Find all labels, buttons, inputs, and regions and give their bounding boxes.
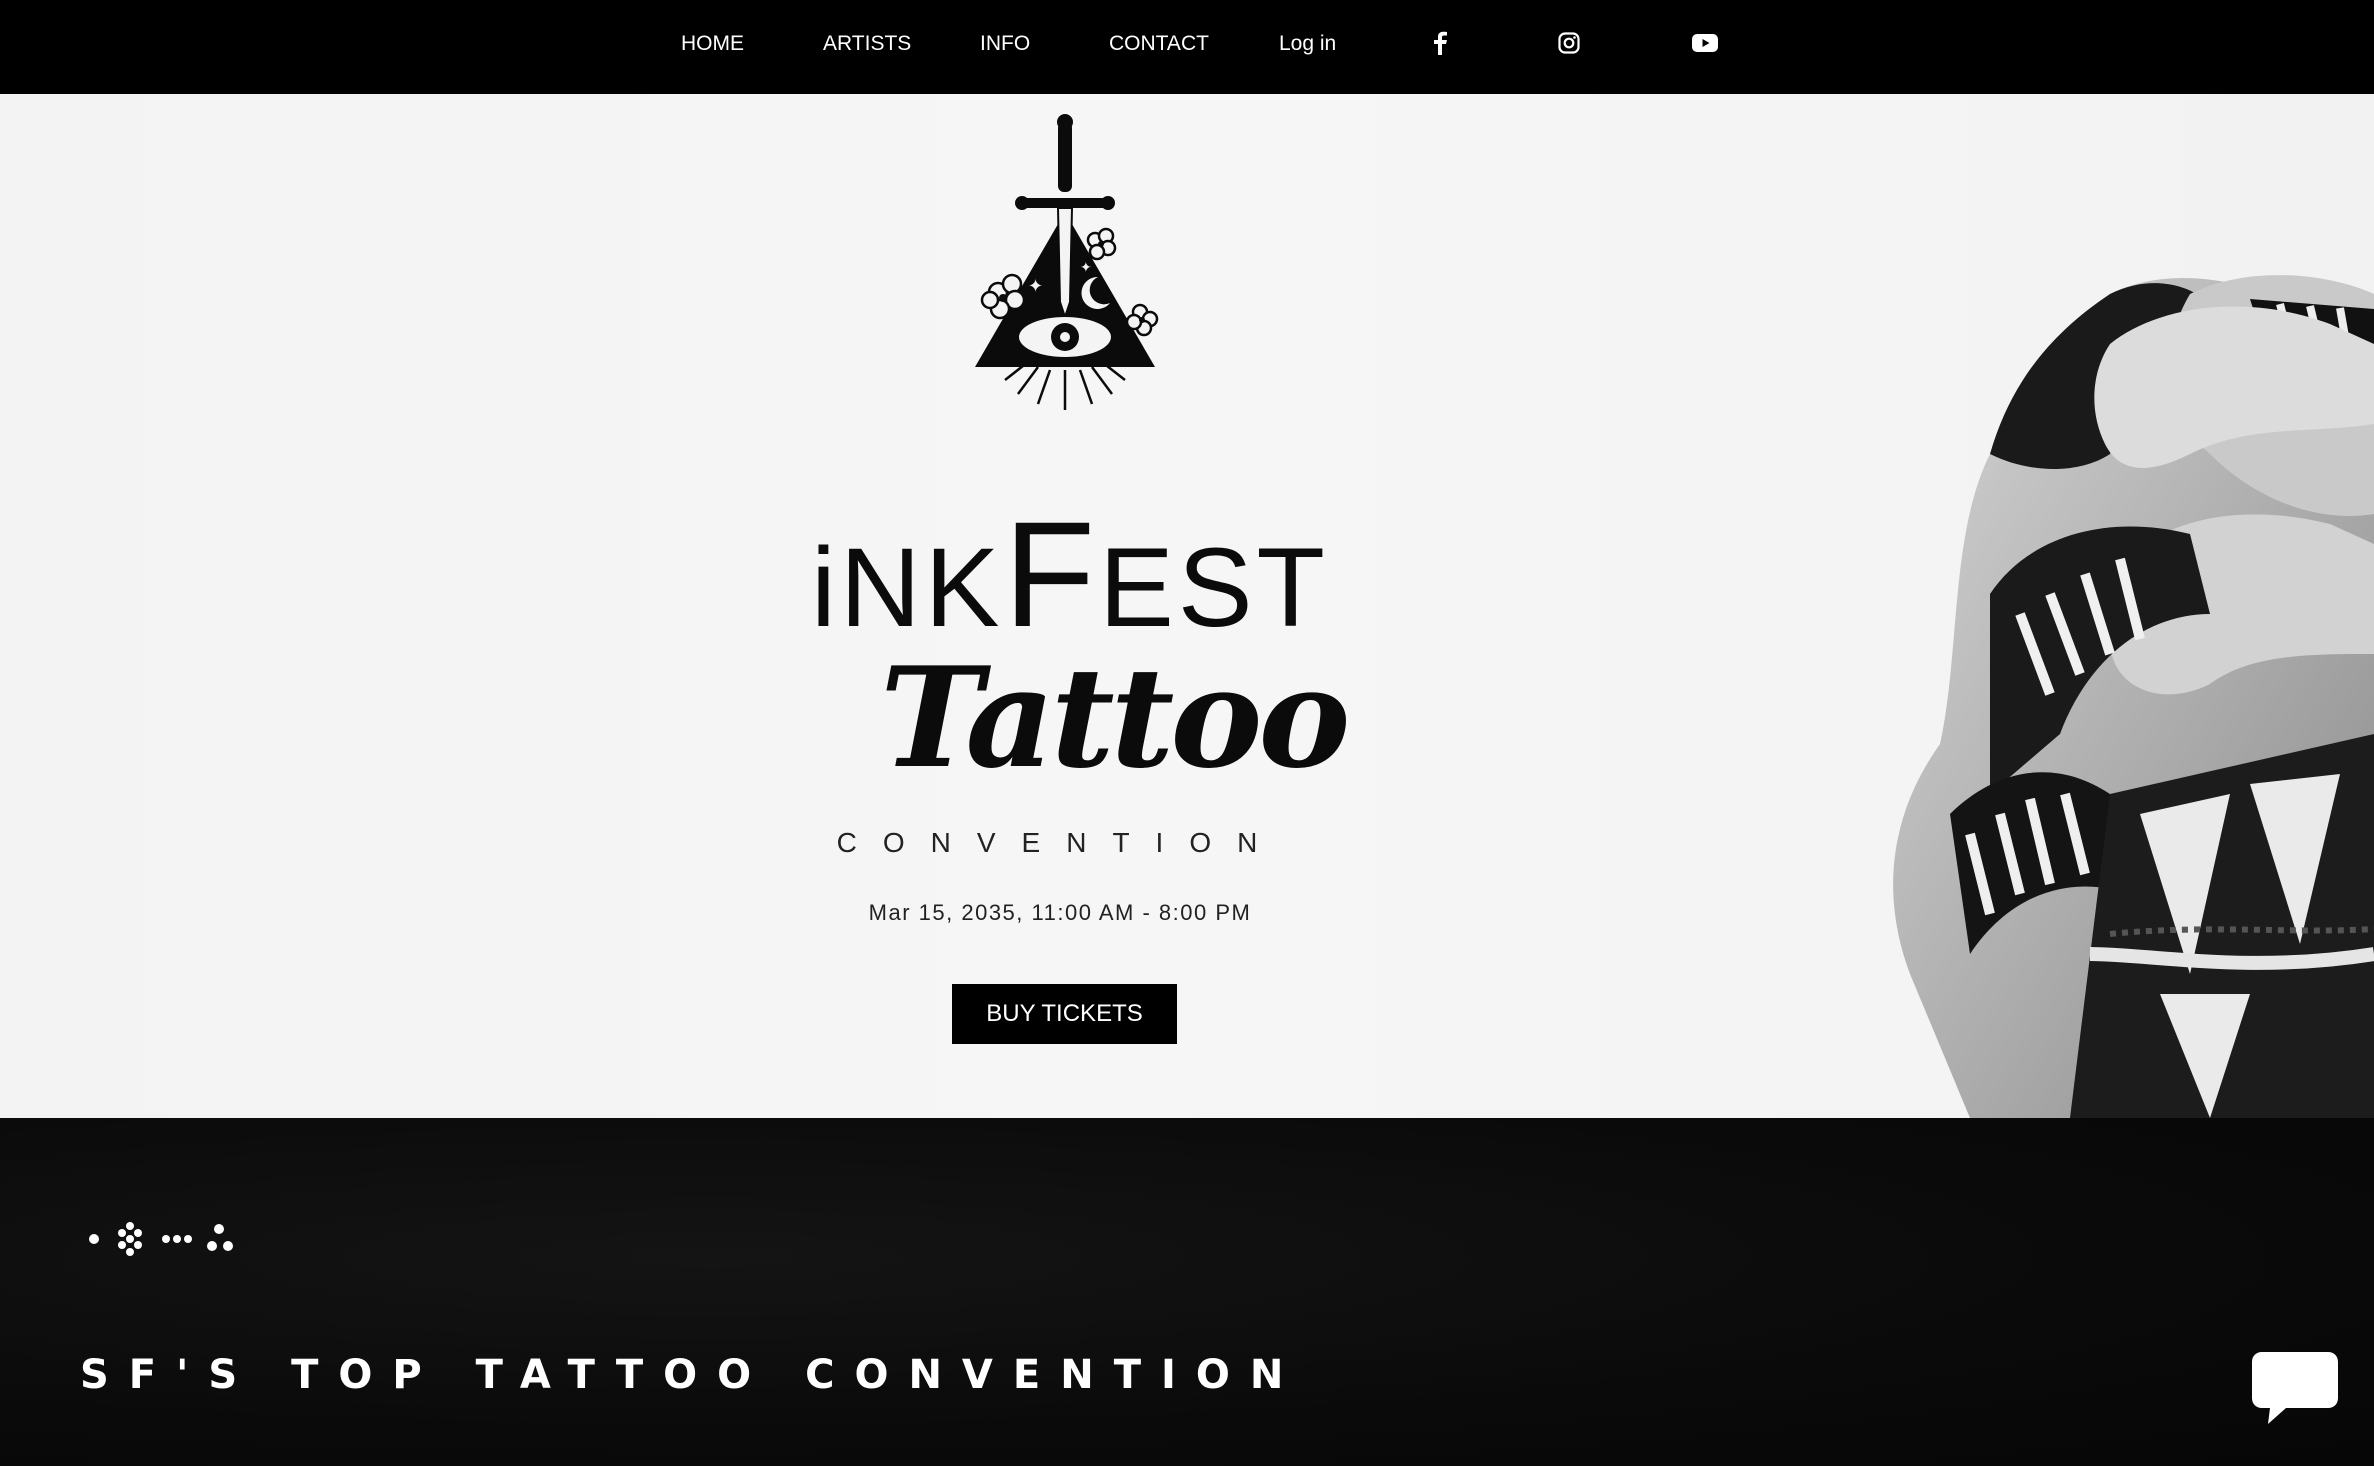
brand-title-suffix: EST — [1099, 525, 1329, 650]
dagger-eye-logo-icon: ✦ ✦ — [975, 114, 1159, 410]
buy-tickets-button[interactable]: BUY TICKETS — [952, 984, 1177, 1044]
top-nav: HOME ARTISTS INFO CONTACT Log in — [0, 0, 2374, 94]
svg-text:✦: ✦ — [1028, 276, 1043, 297]
nav-home-link[interactable]: HOME — [681, 29, 744, 59]
nav-artists-link[interactable]: ARTISTS — [823, 29, 911, 59]
brand-title: iNKFEST — [800, 499, 1340, 649]
section-tagline: SF'S TOP TATTOO CONVENTION — [80, 1352, 1304, 1398]
instagram-icon[interactable] — [1554, 28, 1584, 58]
facebook-icon[interactable] — [1425, 28, 1455, 58]
hero-section: ✦ ✦ iNKFEST Tattoo CONVENTION Mar 15, 20… — [0, 94, 2374, 1118]
decorative-dots-icon — [89, 1222, 233, 1256]
event-date: Mar 15, 2035, 11:00 AM - 8:00 PM — [868, 900, 1252, 925]
brand-title-initial: F — [1003, 490, 1100, 658]
brand-script-title: Tattoo — [880, 636, 1350, 799]
chat-bubble-icon[interactable] — [2250, 1348, 2340, 1428]
brand-subtitle: CONVENTION — [836, 827, 1284, 858]
tattooed-model-image — [1893, 275, 2374, 1118]
login-link[interactable]: Log in — [1279, 29, 1336, 59]
intro-section — [0, 1118, 2374, 1466]
nav-contact-link[interactable]: CONTACT — [1109, 29, 1209, 59]
youtube-icon[interactable] — [1690, 28, 1720, 58]
svg-text:✦: ✦ — [1080, 260, 1092, 276]
nav-info-link[interactable]: INFO — [980, 29, 1030, 59]
brand-title-prefix: iNK — [811, 525, 1004, 650]
